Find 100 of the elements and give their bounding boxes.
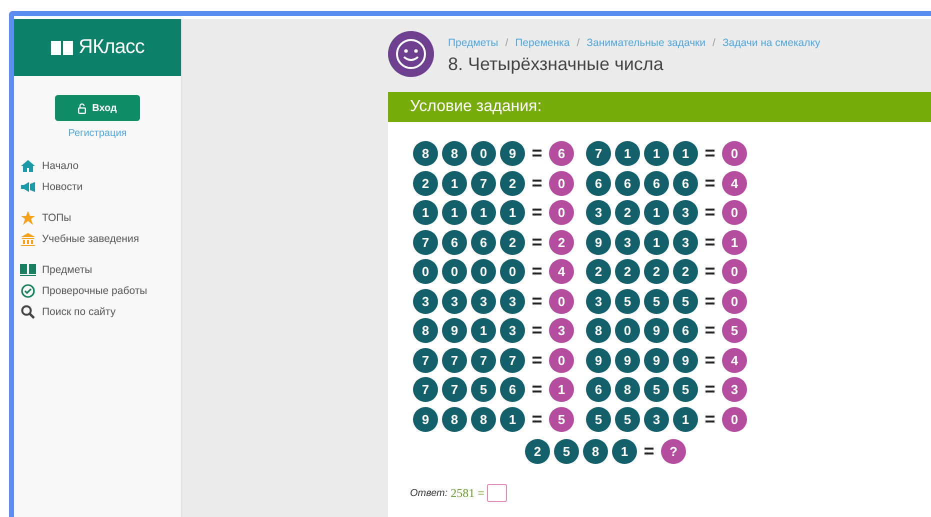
digit-badge: 7 bbox=[471, 348, 496, 372]
equals-sign: = bbox=[530, 143, 544, 164]
result-badge: 5 bbox=[549, 406, 574, 432]
result-badge: 0 bbox=[722, 200, 747, 225]
check-circle-icon bbox=[21, 284, 35, 298]
digit-badge: 0 bbox=[615, 318, 640, 343]
digit-badge: 5 bbox=[644, 377, 669, 402]
digit-badge: 3 bbox=[644, 406, 669, 432]
nav-link[interactable]: Начало bbox=[42, 160, 79, 172]
digit-badge: 1 bbox=[471, 318, 496, 343]
equals-sign: = bbox=[530, 379, 544, 400]
digit-badge: 9 bbox=[413, 406, 438, 432]
megaphone-icon bbox=[20, 182, 36, 192]
login-button[interactable]: Вход bbox=[55, 95, 140, 121]
equals-sign: = bbox=[704, 379, 716, 400]
digit-badge: 8 bbox=[413, 318, 438, 343]
digit-badge: 0 bbox=[500, 259, 525, 284]
result-badge: ? bbox=[661, 439, 686, 464]
digit-badge: 3 bbox=[442, 288, 467, 314]
result-badge: 4 bbox=[549, 259, 574, 284]
digit-badge: 8 bbox=[442, 406, 467, 432]
digit-badge: 0 bbox=[442, 259, 467, 284]
digit-badge: 8 bbox=[471, 406, 496, 432]
digit-badge: 7 bbox=[413, 377, 438, 402]
digit-badge: 1 bbox=[500, 200, 525, 225]
star-icon bbox=[21, 211, 35, 225]
equals-sign: = bbox=[704, 202, 716, 223]
digit-badge: 6 bbox=[644, 170, 669, 196]
digit-badge: 2 bbox=[586, 259, 611, 284]
digit-badge: 7 bbox=[413, 348, 438, 372]
result-badge: 0 bbox=[722, 288, 747, 314]
digit-badge: 5 bbox=[554, 439, 579, 464]
result-badge: 2 bbox=[549, 230, 574, 254]
nav-link[interactable]: Поиск по сайту bbox=[42, 306, 116, 318]
answer-expression: 2581 = bbox=[450, 486, 484, 500]
digit-badge: 5 bbox=[673, 377, 698, 402]
digit-badge: 3 bbox=[500, 288, 525, 314]
digit-badge: 1 bbox=[413, 200, 438, 225]
digit-badge: 3 bbox=[615, 230, 640, 254]
result-badge: 4 bbox=[722, 170, 747, 196]
digit-badge: 1 bbox=[500, 406, 525, 432]
digit-badge: 6 bbox=[586, 170, 611, 196]
equals-sign: = bbox=[704, 408, 716, 430]
digit-badge: 8 bbox=[413, 141, 438, 166]
digit-badge: 6 bbox=[442, 230, 467, 254]
digit-badge: 7 bbox=[442, 377, 467, 402]
digit-badge: 7 bbox=[471, 170, 496, 196]
digit-badge: 1 bbox=[442, 200, 467, 225]
digit-badge: 1 bbox=[442, 170, 467, 196]
digit-badge: 9 bbox=[442, 318, 467, 343]
digit-badge: 2 bbox=[413, 170, 438, 196]
digit-badge: 7 bbox=[586, 141, 611, 166]
equals-sign: = bbox=[704, 290, 716, 312]
digit-badge: 3 bbox=[586, 200, 611, 225]
digit-badge: 5 bbox=[644, 288, 669, 314]
nav-link[interactable]: Учебные заведения bbox=[42, 233, 140, 245]
digit-badge: 8 bbox=[583, 439, 608, 464]
result-badge: 0 bbox=[549, 170, 574, 196]
result-badge: 0 bbox=[722, 406, 747, 432]
answer-box[interactable] bbox=[487, 484, 508, 502]
result-badge: 0 bbox=[549, 288, 574, 314]
breadcrumb-separator: / bbox=[712, 37, 716, 49]
nav-link[interactable]: Новости bbox=[42, 181, 83, 193]
digit-badge: 9 bbox=[586, 230, 611, 254]
digit-badge: 2 bbox=[500, 170, 525, 196]
equals-sign: = bbox=[704, 172, 716, 194]
digit-badge: 2 bbox=[500, 230, 525, 254]
book-logo-icon bbox=[50, 40, 73, 54]
nav-link[interactable]: ТОПы bbox=[42, 212, 72, 224]
result-badge: 1 bbox=[549, 377, 574, 402]
digit-badge: 9 bbox=[644, 318, 669, 343]
home-icon bbox=[21, 160, 35, 172]
digit-badge: 6 bbox=[673, 318, 698, 343]
result-badge: 0 bbox=[722, 141, 747, 166]
digit-badge: 5 bbox=[471, 377, 496, 402]
digit-badge: 3 bbox=[673, 230, 698, 254]
digit-badge: 3 bbox=[413, 288, 438, 314]
equals-sign: = bbox=[530, 290, 544, 312]
building-icon bbox=[21, 232, 35, 246]
digit-badge: 1 bbox=[615, 141, 640, 166]
digit-badge: 1 bbox=[644, 141, 669, 166]
digit-badge: 1 bbox=[644, 230, 669, 254]
digit-badge: 5 bbox=[615, 288, 640, 314]
digit-badge: 9 bbox=[644, 348, 669, 372]
digit-badge: 0 bbox=[471, 141, 496, 166]
digit-badge: 2 bbox=[525, 439, 550, 464]
digit-badge: 6 bbox=[673, 170, 698, 196]
equals-sign: = bbox=[530, 408, 544, 430]
digit-badge: 2 bbox=[644, 259, 669, 284]
digit-badge: 3 bbox=[673, 200, 698, 225]
nav-link[interactable]: Предметы bbox=[42, 264, 92, 276]
smiley-icon bbox=[388, 31, 434, 77]
digit-badge: 1 bbox=[673, 406, 698, 432]
digit-badge: 6 bbox=[615, 170, 640, 196]
nav-link[interactable]: Проверочные работы bbox=[42, 285, 148, 297]
digit-badge: 5 bbox=[586, 406, 611, 432]
digit-badge: 7 bbox=[500, 348, 525, 372]
result-badge: 0 bbox=[549, 200, 574, 225]
equals-sign: = bbox=[530, 172, 544, 194]
equals-sign: = bbox=[530, 232, 544, 252]
